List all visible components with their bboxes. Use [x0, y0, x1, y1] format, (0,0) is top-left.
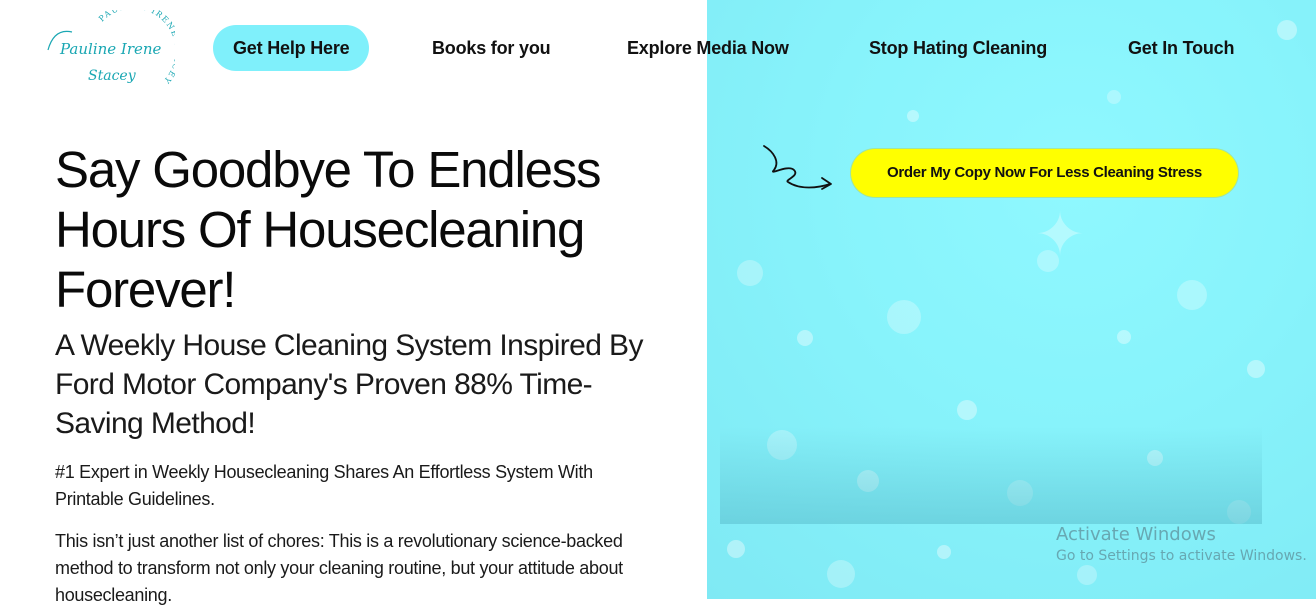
hero-media-area: [720, 200, 1262, 524]
hero-body-text: This isn’t just another list of chores: …: [55, 531, 623, 605]
curly-arrow-icon: [763, 145, 832, 190]
logo-script-line1: Pauline Irene: [59, 40, 162, 58]
nav-item-get-in-touch[interactable]: Get In Touch: [1128, 25, 1234, 71]
hero-tagline: #1 Expert in Weekly Housecleaning Shares…: [55, 462, 593, 509]
nav-item-explore-media[interactable]: Explore Media Now: [627, 25, 789, 71]
logo[interactable]: PAULINE IRENE STACEY Pauline Irene Stace…: [40, 10, 175, 92]
hero-headline: Say Goodbye To Endless Hours Of Housecle…: [55, 141, 602, 318]
sparkle-icon: ✦: [1034, 200, 1086, 270]
nav-item-get-help[interactable]: Get Help Here: [213, 25, 370, 71]
hero-subhead: A Weekly House Cleaning System Inspired …: [55, 329, 643, 440]
logo-script-line2: Stacey: [88, 68, 137, 84]
order-copy-button[interactable]: Order My Copy Now For Less Cleaning Stre…: [851, 149, 1238, 197]
activate-windows-title: Activate Windows: [1056, 524, 1216, 545]
nav-item-books[interactable]: Books for you: [432, 25, 551, 71]
activate-windows-subtitle: Go to Settings to activate Windows.: [1056, 548, 1307, 564]
nav-item-stop-hating-cleaning[interactable]: Stop Hating Cleaning: [869, 25, 1047, 71]
